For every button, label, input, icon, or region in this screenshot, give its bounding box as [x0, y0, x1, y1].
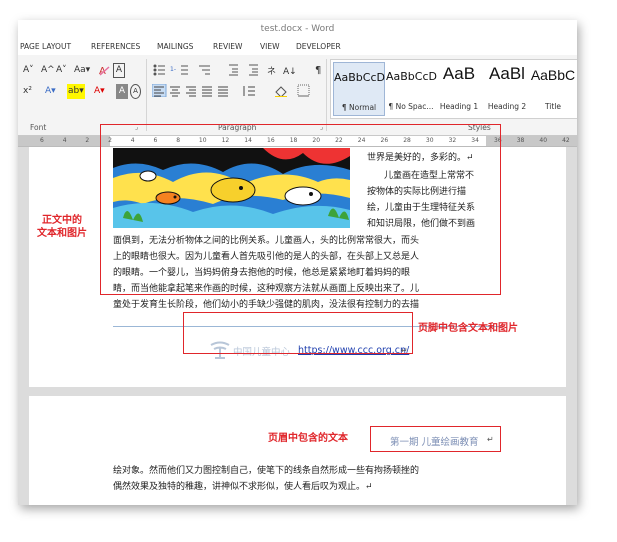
tab-view[interactable]: VIEW: [260, 38, 280, 55]
borders-icon: [297, 84, 310, 97]
body-annotation-line: 正文中的: [42, 215, 82, 226]
distributed-icon: [218, 86, 228, 97]
ribbon-tabs: PAGE LAYOUT REFERENCES MAILINGS REVIEW V…: [18, 38, 577, 55]
justify-icon: [202, 86, 212, 97]
align-center-icon: [170, 86, 180, 97]
style-title[interactable]: AaBbC Title: [528, 62, 577, 114]
style-name: Title: [544, 102, 562, 111]
character-border-button[interactable]: A: [113, 63, 125, 78]
style-heading-2[interactable]: AaBl Heading 2: [482, 62, 532, 114]
body-annotation-line: 文本和图片: [37, 228, 87, 239]
bullets-icon: [153, 64, 165, 76]
highlight-color-button[interactable]: ab▾: [67, 84, 85, 99]
text-line: 童处于发育生长阶段，他们幼小的手缺少强健的肌肉，没法很有控制力的去描: [113, 300, 420, 310]
ruler-tick-label: 42: [562, 137, 570, 144]
line-spacing-icon: [243, 86, 255, 96]
clear-formatting-button[interactable]: A: [97, 63, 111, 78]
text-effects-button[interactable]: A▾: [44, 84, 57, 99]
ruler-tick-label: 2: [85, 137, 90, 144]
styles-gallery: AaBbCcD ¶ Normal AaBbCcD ¶ No Spac... Aa…: [330, 59, 577, 119]
clear-formatting-icon: A: [99, 66, 110, 77]
header-highlight-box: [370, 426, 501, 452]
style-name: Heading 1: [439, 102, 479, 111]
paragraph-row2-icons: [152, 84, 310, 97]
ruler-tick-label: 6: [40, 137, 44, 144]
ruler-tick-label: 4: [62, 137, 67, 144]
shading-icon: [275, 86, 287, 97]
style-preview: AaBbCcD: [386, 70, 437, 83]
sort-icon: A↓: [283, 67, 297, 76]
decrease-indent-icon: [229, 64, 238, 76]
ruler-tick-label: 40: [539, 137, 548, 144]
style-no-spacing[interactable]: AaBbCcD ¶ No Spac...: [386, 62, 437, 114]
style-preview: AaBbC: [530, 67, 576, 83]
increase-indent-icon: [249, 64, 258, 76]
text-line: 偶然效果及独特的稚趣，讲神似不求形似，使人看后叹为观止。↵: [113, 482, 373, 492]
style-preview: AaBbCcD: [334, 71, 385, 84]
multilevel-list-icon: [199, 65, 210, 75]
grow-font-button[interactable]: A^: [40, 63, 56, 78]
tab-review[interactable]: REVIEW: [213, 38, 242, 55]
tab-developer[interactable]: DEVELOPER: [296, 38, 341, 55]
group-separator: [146, 59, 147, 131]
window-title: test.docx - Word: [18, 20, 577, 38]
enclose-characters-button[interactable]: A: [130, 84, 141, 99]
style-normal[interactable]: AaBbCcD ¶ Normal: [333, 62, 385, 116]
style-name: ¶ Normal: [341, 103, 377, 112]
chinese-layout-icon: ネ: [267, 66, 276, 76]
font-color-button[interactable]: A▾: [93, 84, 106, 99]
header-annotation: 页眉中包含的文本: [268, 433, 348, 444]
body-annotation: 正文中的 文本和图片: [32, 214, 92, 240]
footer-annotation: 页脚中包含文本和图片: [418, 323, 518, 334]
footer-highlight-box: [183, 312, 413, 354]
tab-page-layout[interactable]: PAGE LAYOUT: [20, 38, 71, 55]
superscript-button[interactable]: x²: [22, 84, 33, 99]
character-shading-button[interactable]: A: [116, 84, 128, 99]
body-highlight-box: [100, 124, 501, 295]
change-case-button[interactable]: Aa▾: [73, 63, 91, 78]
shrink-font-button[interactable]: A˅: [55, 63, 68, 78]
show-marks-button[interactable]: ¶: [314, 63, 322, 78]
style-preview: AaBl: [489, 64, 525, 83]
font-size-dropdown[interactable]: A˅: [22, 63, 35, 78]
text-line: 绘对象。然而他们又力图控制自己，使笔下的线条自然形成一些有拘扬顿挫的: [113, 466, 420, 476]
numbering-icon: [181, 65, 188, 75]
ruler-tick-label: 38: [516, 137, 525, 144]
style-name: Heading 2: [487, 102, 527, 111]
tab-references[interactable]: REFERENCES: [91, 38, 140, 55]
style-heading-1[interactable]: AaB Heading 1: [434, 62, 484, 114]
group-separator: [326, 59, 327, 131]
tab-mailings[interactable]: MAILINGS: [157, 38, 193, 55]
style-name: ¶ No Spac...: [388, 102, 434, 111]
numbering-glyph: 1‑: [170, 66, 176, 73]
font-group-label: Font: [30, 123, 47, 132]
style-preview: AaB: [442, 64, 476, 83]
align-right-icon: [186, 86, 196, 97]
